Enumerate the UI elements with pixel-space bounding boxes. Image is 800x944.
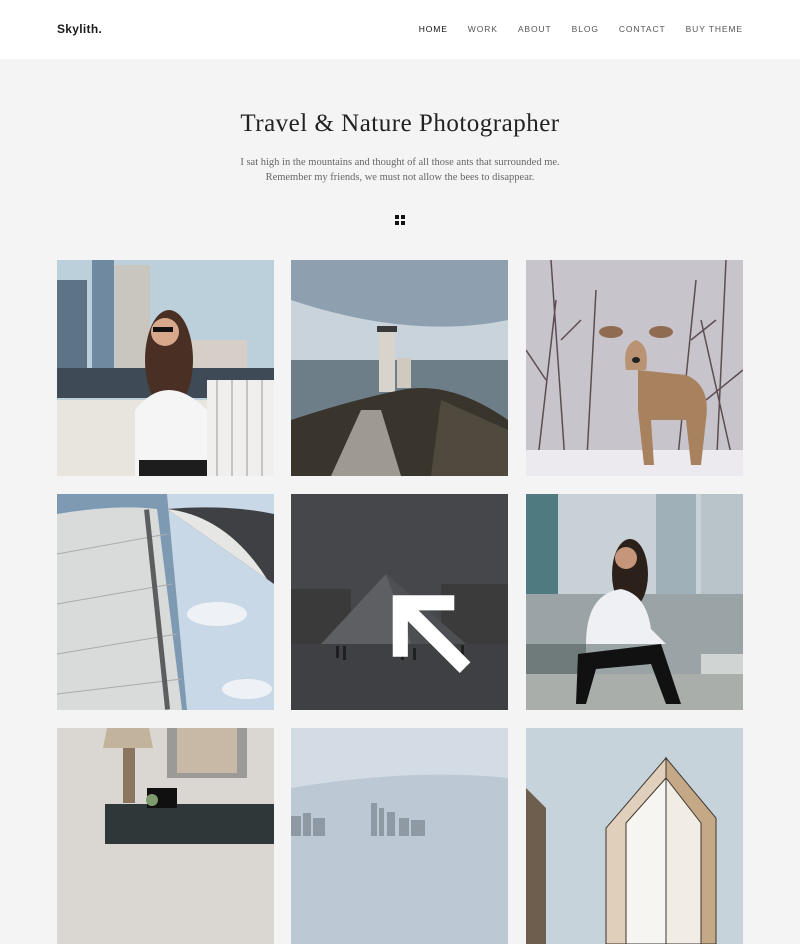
page-title: Travel & Nature Photographer	[240, 110, 560, 137]
woman-city-image	[57, 260, 274, 476]
grid-icon[interactable]	[395, 215, 405, 225]
deer-snow-photo[interactable]	[526, 260, 743, 476]
nav-about[interactable]: ABOUT	[518, 24, 552, 34]
lamp-interior-photo[interactable]	[57, 728, 274, 944]
subtitle-line-2: Remember my friends, we must not allow t…	[265, 172, 535, 183]
lamp-interior-image	[57, 728, 274, 944]
nav-home[interactable]: HOME	[419, 24, 448, 34]
page-subtitle: I sat high in the mountains and thought …	[0, 155, 800, 185]
sail-image	[57, 494, 274, 710]
woman-sitting-photo[interactable]	[526, 494, 743, 710]
woman-sitting-image	[526, 494, 743, 710]
main-nav: HOME WORK ABOUT BLOG CONTACT BUY THEME	[419, 24, 743, 34]
coastal-city-image	[291, 728, 508, 944]
site-header: Skylith. HOME WORK ABOUT BLOG CONTACT BU…	[0, 0, 800, 59]
lighthouse-image	[291, 260, 508, 476]
louvre-pyramid-photo[interactable]	[291, 494, 508, 710]
nav-blog[interactable]: BLOG	[572, 24, 599, 34]
site-logo[interactable]: Skylith.	[57, 22, 102, 36]
subtitle-line-1: I sat high in the mountains and thought …	[240, 157, 560, 168]
sail-photo[interactable]	[57, 494, 274, 710]
nav-work[interactable]: WORK	[468, 24, 498, 34]
building-angle-photo[interactable]	[526, 728, 743, 944]
coastal-city-photo[interactable]	[291, 728, 508, 944]
lighthouse-photo[interactable]	[291, 260, 508, 476]
building-angle-image	[526, 728, 743, 944]
nav-contact[interactable]: CONTACT	[619, 24, 666, 34]
nav-buy-theme[interactable]: BUY THEME	[686, 24, 743, 34]
deer-snow-image	[526, 260, 743, 476]
expand-icon[interactable]	[389, 592, 471, 673]
woman-city-photo[interactable]	[57, 260, 274, 476]
